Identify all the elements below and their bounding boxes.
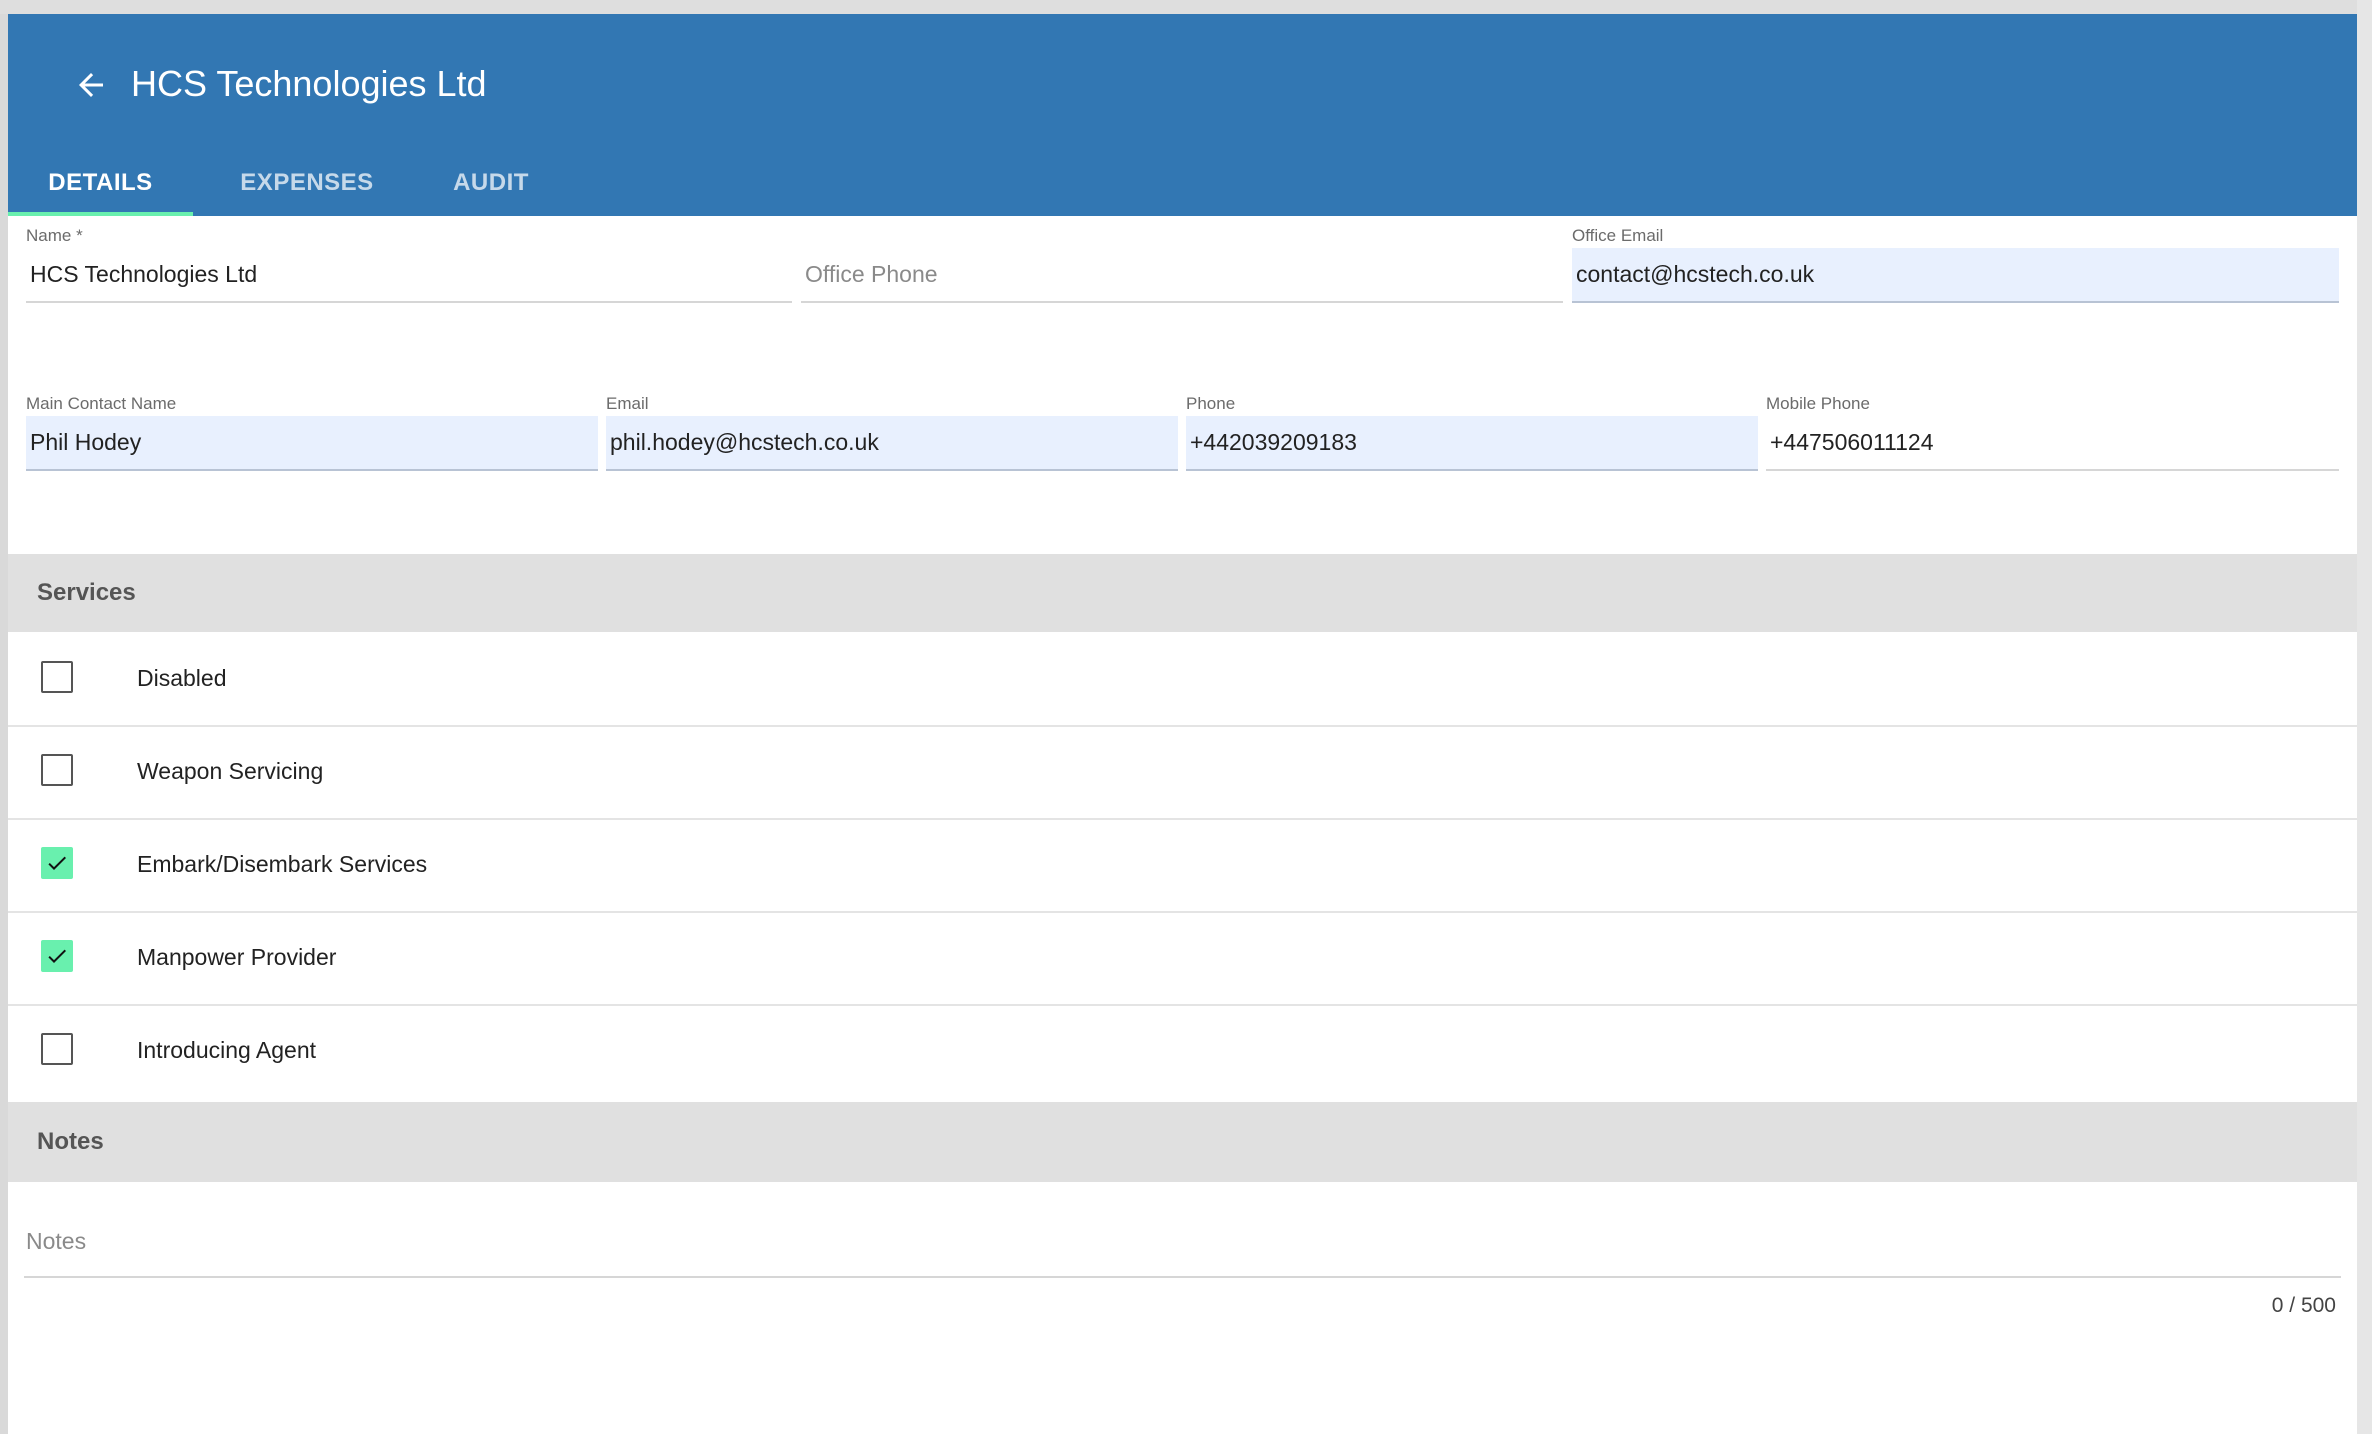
office-phone-field <box>801 226 1563 318</box>
office-email-input-box <box>1572 248 2339 303</box>
contact-phone-input-box <box>1186 416 1758 471</box>
service-row-manpower-provider[interactable]: Manpower Provider <box>8 911 2357 1006</box>
main-contact-field: Main Contact Name <box>26 394 598 486</box>
service-label: Disabled <box>137 665 227 691</box>
service-row-weapon-servicing[interactable]: Weapon Servicing <box>8 725 2357 820</box>
notes-field <box>24 1218 2343 1278</box>
back-button[interactable] <box>58 54 124 120</box>
mobile-phone-input[interactable] <box>1770 416 2335 469</box>
service-label: Embark/Disembark Services <box>137 851 428 877</box>
contact-phone-field: Phone <box>1186 394 1758 486</box>
contact-phone-input[interactable] <box>1190 416 1754 469</box>
name-label: Name * <box>26 226 83 245</box>
check-icon <box>48 856 66 870</box>
service-label: Introducing Agent <box>137 1037 317 1063</box>
company-detail-panel: HCS Technologies Ltd DETAILS EXPENSES AU… <box>8 14 2357 1434</box>
service-row-introducing-agent[interactable]: Introducing Agent <box>8 1004 2357 1097</box>
tab-bar: DETAILS EXPENSES AUDIT <box>8 146 2357 216</box>
checkbox-introducing-agent[interactable] <box>41 1033 73 1065</box>
office-email-label: Office Email <box>1572 226 1664 245</box>
service-label: Manpower Provider <box>137 944 337 970</box>
notes-section-header: Notes <box>8 1102 2357 1182</box>
mobile-phone-input-box <box>1766 416 2339 471</box>
mobile-phone-label: Mobile Phone <box>1766 394 1870 413</box>
window-right-edge <box>2357 0 2372 1434</box>
notes-heading: Notes <box>37 1128 104 1155</box>
page-title: HCS Technologies Ltd <box>131 63 487 104</box>
main-contact-input[interactable] <box>30 416 594 469</box>
notes-char-counter: 0 / 500 <box>2271 1294 2336 1317</box>
tab-audit[interactable]: AUDIT <box>428 146 554 216</box>
main-contact-label: Main Contact Name <box>26 394 177 413</box>
tab-details[interactable]: DETAILS <box>8 146 193 216</box>
name-field: Name * <box>26 226 792 318</box>
mobile-phone-field: Mobile Phone <box>1766 394 2339 486</box>
office-phone-input-box <box>801 248 1563 303</box>
office-phone-input[interactable] <box>805 248 1559 301</box>
contact-email-input[interactable] <box>610 416 1174 469</box>
service-label: Weapon Servicing <box>137 758 324 784</box>
contact-phone-label: Phone <box>1186 394 1236 413</box>
checkbox-weapon-servicing[interactable] <box>41 754 73 786</box>
contact-email-label: Email <box>606 394 649 413</box>
contact-email-input-box <box>606 416 1178 471</box>
tab-expenses[interactable]: EXPENSES <box>228 146 386 216</box>
name-input-box <box>26 248 792 303</box>
checkbox-disabled[interactable] <box>41 661 73 693</box>
service-row-embark-disembark[interactable]: Embark/Disembark Services <box>8 818 2357 913</box>
office-email-field: Office Email <box>1572 226 2339 318</box>
services-heading: Services <box>37 579 136 606</box>
main-contact-input-box <box>26 416 598 471</box>
services-section-header: Services <box>8 554 2357 632</box>
app-bar: HCS Technologies Ltd DETAILS EXPENSES AU… <box>8 14 2357 216</box>
window-top-edge <box>0 0 2372 14</box>
check-icon <box>48 949 66 963</box>
name-input[interactable] <box>30 248 788 301</box>
arrow-back-icon <box>73 67 109 108</box>
notes-textarea[interactable] <box>26 1228 2343 1268</box>
checkbox-manpower-provider[interactable] <box>41 940 73 972</box>
office-email-input[interactable] <box>1576 248 2335 301</box>
contact-email-field: Email <box>606 394 1178 486</box>
service-row-disabled[interactable]: Disabled <box>8 632 2357 727</box>
checkbox-embark-disembark[interactable] <box>41 847 73 879</box>
active-tab-indicator <box>8 212 193 216</box>
